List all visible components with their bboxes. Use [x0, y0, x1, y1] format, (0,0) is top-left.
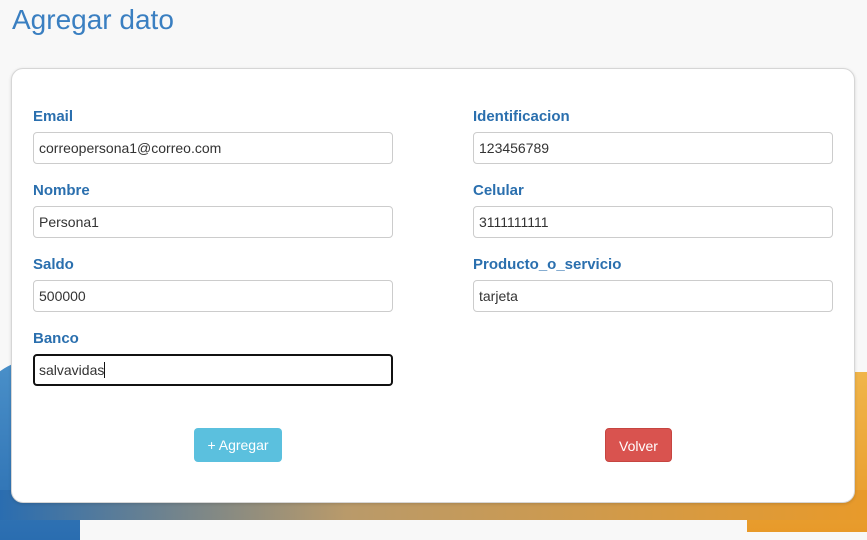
form-card: Email correopersona1@correo.com Identifi… [11, 68, 855, 503]
producto-label: Producto_o_servicio [473, 256, 622, 273]
back-button[interactable]: Volver [605, 428, 672, 462]
producto-field-group: Producto_o_servicio tarjeta [473, 255, 833, 312]
nombre-input[interactable]: Persona1 [33, 206, 393, 238]
email-input[interactable]: correopersona1@correo.com [33, 132, 393, 164]
celular-field-group: Celular 3111111111 [473, 181, 833, 238]
celular-label: Celular [473, 182, 524, 199]
email-field-group: Email correopersona1@correo.com [33, 107, 393, 164]
banco-label: Banco [33, 330, 79, 347]
saldo-field-group: Saldo 500000 [33, 255, 393, 312]
identificacion-input[interactable]: 123456789 [473, 132, 833, 164]
producto-input[interactable]: tarjeta [473, 280, 833, 312]
banco-input-value: salvavidas [39, 362, 105, 378]
banco-input[interactable]: salvavidas [33, 354, 393, 386]
identificacion-field-group: Identificacion 123456789 [473, 107, 833, 164]
add-button[interactable]: + Agregar [194, 428, 282, 462]
identificacion-label: Identificacion [473, 108, 570, 125]
saldo-label: Saldo [33, 256, 74, 273]
banco-field-group: Banco salvavidas [33, 329, 393, 386]
saldo-input[interactable]: 500000 [33, 280, 393, 312]
nombre-field-group: Nombre Persona1 [33, 181, 393, 238]
email-label: Email [33, 108, 74, 125]
text-cursor [104, 362, 106, 378]
celular-input[interactable]: 3111111111 [473, 206, 833, 238]
nombre-label: Nombre [33, 182, 90, 199]
page-title: Agregar dato [12, 4, 174, 35]
